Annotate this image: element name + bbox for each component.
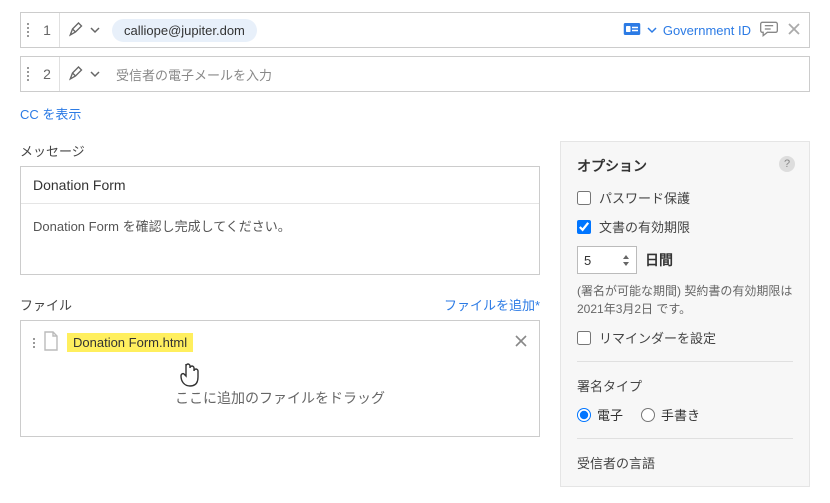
remove-recipient-button[interactable] [787,22,801,39]
spinner-buttons[interactable] [622,254,630,267]
document-expiry-label: 文書の有効期限 [599,217,690,236]
drag-handle[interactable] [33,338,35,348]
role-selector[interactable] [60,20,108,41]
expiry-days-value: 5 [584,253,591,268]
chevron-down-icon [647,23,657,38]
drop-hint-text: ここに追加のファイルをドラッグ [175,390,385,406]
id-card-icon [623,22,641,39]
signature-electronic-option[interactable]: 電子 [577,405,623,424]
expiry-days-input[interactable]: 5 [577,246,637,274]
remove-file-button[interactable] [515,335,527,350]
message-subject-input[interactable]: Donation Form [21,167,539,204]
signature-electronic-radio[interactable] [577,408,591,422]
document-icon [43,331,59,354]
options-panel: ? オプション パスワード保護 文書の有効期限 5 日間 (署名が可能な期間) … [560,141,810,487]
signature-electronic-label: 電子 [597,405,623,424]
identity-verification-selector[interactable]: Government ID [623,22,751,39]
signature-type-label: 署名タイプ [577,376,793,395]
recipient-row: 1 calliope@jupiter.dom Government ID [20,12,810,48]
signature-written-label: 手書き [661,405,700,424]
pointer-cursor-icon [176,360,202,393]
signature-written-option[interactable]: 手書き [641,405,700,424]
recipient-email-input[interactable]: 受信者の電子メールを入力 [108,65,809,84]
password-protect-option[interactable]: パスワード保護 [577,188,793,207]
add-files-link[interactable]: ファイルを追加* [444,295,540,314]
password-protect-checkbox[interactable] [577,191,591,205]
set-reminder-option[interactable]: リマインダーを設定 [577,328,793,347]
chevron-down-icon [90,67,100,82]
drag-handle[interactable] [21,67,35,81]
recipient-number: 2 [35,66,59,82]
files-box: Donation Form.html ここに追加のファイルをドラッグ [20,320,540,437]
recipient-row: 2 受信者の電子メールを入力 [20,56,810,92]
recipient-number: 1 [35,22,59,38]
options-title: オプション [577,156,793,176]
expiry-hint: (署名が可能な期間) 契約書の有効期限は 2021年3月2日 です。 [577,282,793,318]
private-message-button[interactable] [759,20,779,41]
message-box: Donation Form Donation Form を確認し完成してください… [20,166,540,275]
identity-label: Government ID [663,23,751,38]
set-reminder-label: リマインダーを設定 [599,328,716,347]
message-body-input[interactable]: Donation Form を確認し完成してください。 [21,204,539,274]
pen-icon [68,20,86,41]
chevron-down-icon [90,23,100,38]
recipient-email-chip[interactable]: calliope@jupiter.dom [112,19,257,42]
pen-icon [68,64,86,85]
document-expiry-option[interactable]: 文書の有効期限 [577,217,793,236]
file-drop-zone[interactable]: ここに追加のファイルをドラッグ [21,364,539,436]
role-selector[interactable] [60,64,108,85]
file-row: Donation Form.html [21,321,539,364]
signature-written-radio[interactable] [641,408,655,422]
files-label: ファイル [20,295,72,314]
drag-handle[interactable] [21,23,35,37]
recipient-language-label: 受信者の言語 [577,453,793,472]
password-protect-label: パスワード保護 [599,188,690,207]
message-label: メッセージ [20,141,540,160]
set-reminder-checkbox[interactable] [577,331,591,345]
days-unit-label: 日間 [645,250,673,270]
show-cc-link[interactable]: CC を表示 [20,104,81,123]
help-icon[interactable]: ? [779,156,795,172]
document-expiry-checkbox[interactable] [577,220,591,234]
file-name[interactable]: Donation Form.html [67,333,193,352]
